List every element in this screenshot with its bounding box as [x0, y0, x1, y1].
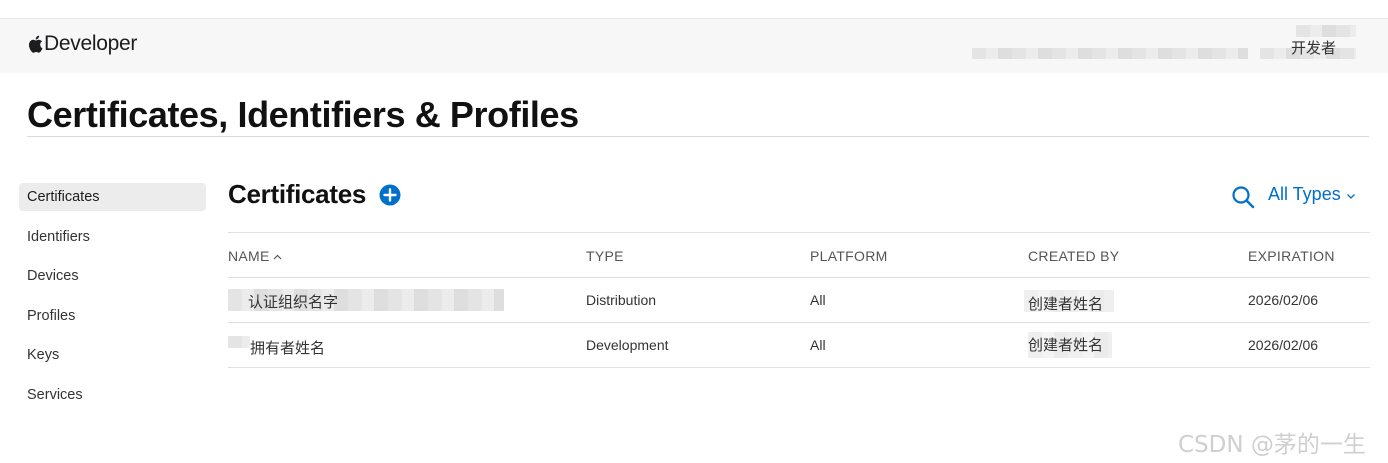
certificate-type: Development — [586, 337, 669, 353]
account-menu[interactable]: 开发者 — [1291, 37, 1336, 58]
search-icon[interactable] — [1231, 185, 1255, 209]
divider — [228, 277, 1370, 278]
divider — [228, 232, 1370, 233]
certificate-platform: All — [810, 292, 826, 308]
certificate-platform: All — [810, 337, 826, 353]
column-header-expiration[interactable]: EXPIRATION — [1248, 248, 1335, 264]
redacted-region — [1296, 25, 1356, 37]
certificate-expiration: 2026/02/06 — [1248, 337, 1319, 353]
global-header: Developer 开发者 — [0, 18, 1388, 73]
type-filter-dropdown[interactable]: All Types — [1268, 184, 1356, 205]
column-header-name[interactable]: NAME — [228, 248, 282, 264]
divider — [228, 322, 1370, 323]
redacted-region — [228, 336, 250, 348]
certificate-created-by: 创建者姓名 — [1028, 295, 1104, 313]
sidebar-item-services[interactable]: Services — [19, 381, 206, 409]
divider — [27, 136, 1369, 137]
section-title: Certificates — [228, 179, 367, 209]
column-header-created-by[interactable]: CREATED BY — [1028, 248, 1119, 264]
divider — [228, 367, 1370, 368]
chevron-down-icon — [1346, 193, 1355, 199]
certificate-expiration: 2026/02/06 — [1248, 292, 1319, 308]
sidebar-item-certificates[interactable]: Certificates — [19, 183, 206, 211]
page-title: Certificates, Identifiers & Profiles — [27, 94, 579, 135]
sidebar-nav: Certificates Identifiers Devices Profile… — [19, 183, 206, 420]
certificate-name[interactable]: 拥有者姓名 — [250, 337, 325, 358]
column-header-platform[interactable]: PLATFORM — [810, 248, 888, 264]
certificate-type: Distribution — [586, 292, 657, 308]
type-filter-label: All Types — [1268, 184, 1341, 204]
certificate-created-by: 创建者姓名 — [1028, 336, 1104, 354]
sidebar-item-devices[interactable]: Devices — [19, 262, 206, 290]
certificate-name[interactable]: 认证组织名字 — [248, 291, 338, 312]
sort-ascending-icon — [273, 254, 282, 260]
apple-developer-logo[interactable]: Developer — [27, 30, 137, 58]
watermark: CSDN @茅的一生 — [1178, 432, 1366, 458]
column-header-type[interactable]: TYPE — [586, 248, 624, 264]
brand-text: Developer — [44, 32, 138, 55]
sidebar-item-identifiers[interactable]: Identifiers — [19, 223, 206, 251]
add-certificate-icon[interactable] — [379, 184, 401, 206]
sidebar-item-keys[interactable]: Keys — [19, 341, 206, 369]
apple-icon — [28, 35, 43, 53]
sidebar-item-profiles[interactable]: Profiles — [19, 302, 206, 330]
redacted-region — [972, 48, 1248, 59]
